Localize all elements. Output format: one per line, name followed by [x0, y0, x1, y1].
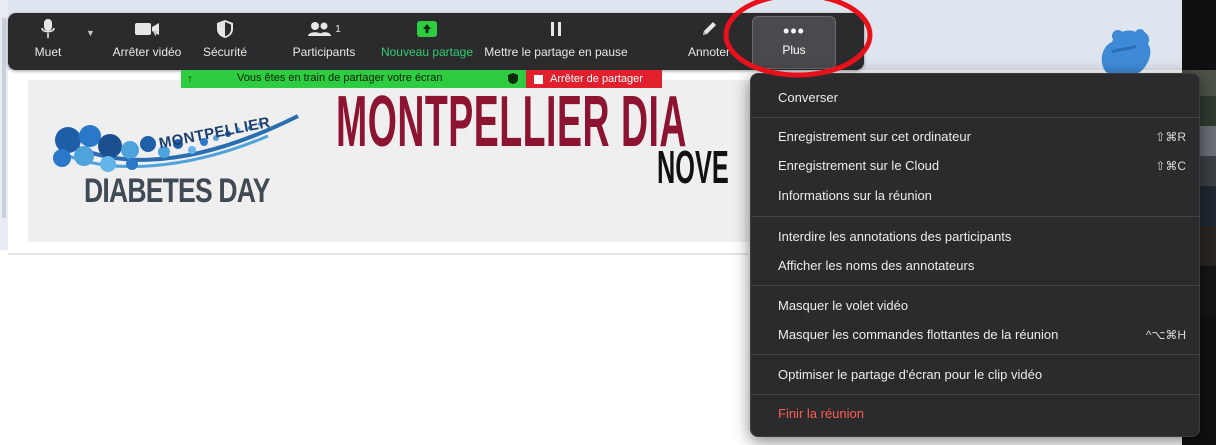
menu-item-label: Converser: [778, 90, 838, 105]
menu-item-record-cloud[interactable]: Enregistrement sur le Cloud ⇧⌘C: [751, 153, 1199, 179]
new-share-label: Nouveau partage: [380, 45, 474, 59]
menu-item-hide-video-panel[interactable]: Masquer le volet vidéo: [751, 293, 1199, 319]
stop-sharing-label: Arrêter de partager: [550, 73, 643, 85]
menu-item-end-meeting[interactable]: Finir la réunion: [751, 401, 1199, 427]
menu-item-chat[interactable]: Converser: [751, 85, 1199, 111]
menu-item-shortcut: ^⌥⌘H: [1145, 328, 1186, 342]
page-divider: [8, 253, 748, 255]
annotation-circle-icon: [723, 0, 873, 78]
menu-item-label: Informations sur la réunion: [778, 188, 932, 203]
menu-item-disable-annotations[interactable]: Interdire les annotations des participan…: [751, 224, 1199, 250]
stop-video-button[interactable]: Arrêter vidéo: [108, 13, 186, 70]
mute-label: Muet: [34, 45, 62, 59]
menu-separator: [751, 216, 1199, 217]
stop-square-icon: [534, 74, 543, 84]
new-share-button[interactable]: Nouveau partage: [376, 13, 478, 70]
sharing-status[interactable]: ↑ Vous êtes en train de partager votre é…: [181, 70, 526, 88]
sharing-shield-icon: [508, 73, 518, 84]
menu-separator: [751, 394, 1199, 395]
banner-date: NOVE: [657, 141, 729, 193]
mute-button[interactable]: Muet: [18, 13, 78, 70]
menu-item-label: Afficher les noms des annotateurs: [778, 258, 975, 273]
stop-sharing-button[interactable]: Arrêter de partager: [526, 70, 662, 88]
menu-separator: [751, 354, 1199, 355]
menu-item-label: Enregistrement sur le Cloud: [778, 158, 940, 173]
decorative-figure-icon: [1101, 29, 1151, 77]
sharing-status-text: Vous êtes en train de partager votre écr…: [237, 72, 443, 84]
participants-button[interactable]: 1 Participants: [284, 13, 364, 70]
shared-page-left-edge: [0, 0, 8, 250]
menu-item-label: Enregistrement sur cet ordinateur: [778, 129, 971, 144]
menu-item-show-annotator-names[interactable]: Afficher les noms des annotateurs: [751, 253, 1199, 279]
menu-item-label: Interdire les annotations des participan…: [778, 229, 1012, 244]
more-options-menu: Converser Enregistrement sur cet ordinat…: [750, 73, 1200, 437]
menu-item-label: Masquer le volet vidéo: [778, 298, 909, 313]
pencil-icon: [703, 22, 716, 35]
security-button[interactable]: Sécurité: [196, 13, 254, 70]
menu-separator: [751, 285, 1199, 286]
shield-icon: [217, 20, 233, 38]
menu-item-hide-floating-controls[interactable]: Masquer les commandes flottantes de la r…: [751, 322, 1199, 348]
sharing-arrow-icon: ↑: [187, 73, 193, 85]
participants-label: Participants: [292, 45, 356, 59]
menu-item-record-local[interactable]: Enregistrement sur cet ordinateur ⇧⌘R: [751, 124, 1199, 150]
video-options-caret-icon[interactable]: ▼: [151, 28, 160, 38]
stop-video-label: Arrêter vidéo: [112, 45, 182, 59]
logo-bottom-text: DIABETES DAY: [84, 172, 270, 210]
pause-icon: [551, 22, 561, 36]
menu-item-optimize-video-clip[interactable]: Optimiser le partage d'écran pour le cli…: [751, 362, 1199, 388]
pause-share-button[interactable]: Mettre le partage en pause: [482, 13, 630, 70]
security-label: Sécurité: [202, 45, 248, 59]
pause-share-label: Mettre le partage en pause: [484, 45, 628, 59]
screen-sharing-bar: ↑ Vous êtes en train de partager votre é…: [181, 70, 662, 88]
microphone-icon: [41, 19, 55, 38]
menu-item-meeting-info[interactable]: Informations sur la réunion: [751, 183, 1199, 209]
banner-title: MONTPELLIER DIA: [336, 82, 687, 162]
menu-item-shortcut: ⇧⌘R: [1155, 130, 1186, 144]
menu-item-label: Masquer les commandes flottantes de la r…: [778, 327, 1059, 342]
menu-item-label: Optimiser le partage d'écran pour le cli…: [778, 367, 1043, 382]
menu-item-shortcut: ⇧⌘C: [1155, 159, 1186, 173]
menu-item-label: Finir la réunion: [778, 406, 864, 421]
share-screen-up-arrow-icon: [417, 21, 437, 37]
mute-options-caret-icon[interactable]: ▼: [86, 28, 95, 38]
people-icon: [308, 22, 332, 36]
menu-separator: [751, 117, 1199, 118]
participants-count: 1: [335, 23, 341, 35]
